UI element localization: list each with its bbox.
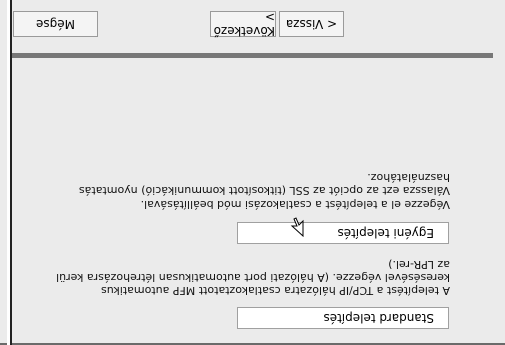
back-button[interactable]: < Vissza: [279, 11, 344, 37]
right-border-dark: [10, 0, 12, 345]
next-button-label: Következő >: [213, 10, 275, 38]
custom-install-description-line2: Válassza ezt az opciót az SSL (titkosíto…: [78, 171, 450, 197]
cancel-button[interactable]: Mégse: [13, 11, 98, 37]
panel-divider: [12, 53, 493, 58]
custom-install-description-line1: Végezze el a telepítést a csatlakozási m…: [140, 198, 450, 211]
standard-install-label: Standard telepítés: [323, 311, 434, 325]
custom-install-button[interactable]: Egyéni telepítés: [237, 222, 449, 244]
back-button-label: < Vissza: [285, 17, 338, 31]
cancel-button-label: Mégse: [36, 17, 75, 31]
standard-install-description: A telepítést a TCP/IP hálózatra csatlako…: [56, 258, 450, 297]
standard-install-button[interactable]: Standard telepítés: [237, 307, 449, 329]
custom-install-label: Egyéni telepítés: [337, 226, 434, 240]
installer-dialog: Standard telepítés A telepítést a TCP/IP…: [0, 0, 505, 345]
right-border-light: [7, 0, 10, 345]
mouse-pointer-icon: [290, 217, 304, 237]
next-button[interactable]: Következő >: [210, 10, 276, 38]
